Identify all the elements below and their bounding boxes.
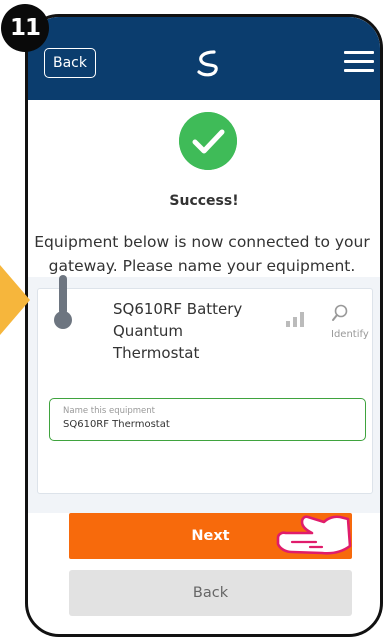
check-circle-icon [179, 112, 237, 170]
name-field-label: Name this equipment [63, 406, 155, 416]
signal-strength-icon [286, 312, 304, 327]
thermometer-icon [54, 275, 72, 329]
hamburger-menu-icon[interactable] [344, 51, 374, 75]
name-field-value[interactable]: SQ610RF Thermostat [63, 419, 170, 430]
success-title: Success! [169, 193, 239, 209]
back-button[interactable]: Back [69, 570, 352, 616]
pointer-arrow-icon [0, 265, 30, 335]
pointing-hand-icon [276, 515, 352, 555]
device-name: SQ610RF Battery Quantum Thermostat [113, 300, 243, 362]
back-button-top[interactable]: Back [44, 48, 96, 78]
s-logo-icon [197, 50, 218, 77]
identify-label[interactable]: Identify [331, 329, 369, 340]
search-icon[interactable] [331, 304, 349, 322]
equipment-name-field[interactable]: Name this equipment SQ610RF Thermostat [49, 398, 366, 441]
top-bar: Back [28, 17, 380, 100]
step-number-badge: 11 [1, 4, 49, 52]
success-message: Equipment below is now connected to your… [34, 233, 370, 275]
